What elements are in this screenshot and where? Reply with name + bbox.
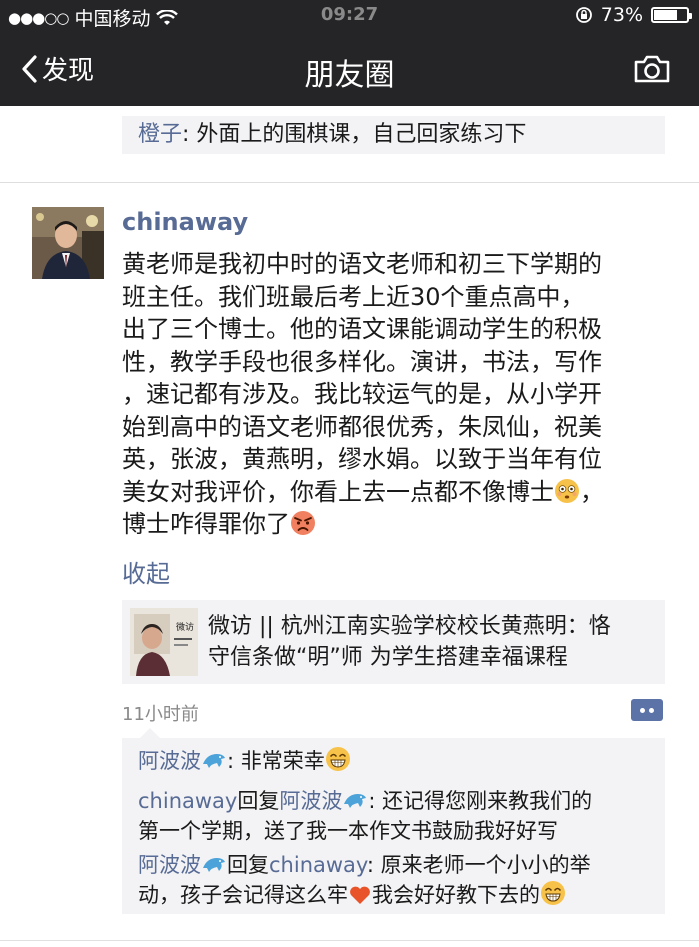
comment-author[interactable]: chinaway: [138, 789, 237, 813]
grin-emoji: [325, 747, 350, 771]
lock-rotation-icon: [575, 7, 592, 23]
previous-post-comment: 橙子: 外面上的围棋课，自己回家练习下: [122, 116, 665, 154]
more-icon[interactable]: [631, 699, 663, 721]
comment-text: 外面上的围棋课，自己回家练习下: [196, 122, 527, 147]
page-title: 朋友圈: [304, 58, 395, 93]
post-username[interactable]: chinaway: [122, 208, 248, 236]
comment-item[interactable]: 阿波波 回复chinaway: 原来老师一个小小的举 动，孩子会记得这么牢 我会好好…: [138, 850, 658, 910]
status-bar: ●●●○○ 中国移动 09:27 73%: [0, 0, 699, 32]
camera-button[interactable]: [633, 54, 671, 88]
dolphin-emoji: [203, 858, 225, 872]
comment-author[interactable]: 阿波波: [138, 749, 201, 773]
angry-emoji: [291, 511, 315, 535]
comment-author[interactable]: 阿波波: [138, 853, 201, 877]
comments-section: 阿波波: 非常荣幸 chinaway回复阿波波: 还记得您刚来教我们的 第一个学…: [122, 728, 665, 914]
shared-article-card[interactable]: 微访 微访 || 杭州江南实验学校校长黄燕明：恪 守信条做“明”师 为学生搭建幸…: [122, 600, 665, 684]
comment-item[interactable]: 阿波波: 非常荣幸: [138, 746, 658, 776]
avatar[interactable]: [32, 207, 104, 279]
battery-icon: [651, 7, 692, 23]
nav-bar: 发现 朋友圈: [0, 32, 699, 106]
article-title: 微访 || 杭州江南实验学校校长黄燕明：恪 守信条做“明”师 为学生搭建幸福课程: [208, 614, 611, 670]
flushed-emoji: [555, 478, 579, 503]
comment-item[interactable]: chinaway回复阿波波: 还记得您刚来教我们的 第一个学期，送了我一本作文书…: [138, 786, 658, 846]
post-divider: [0, 182, 699, 183]
svg-text:微访: 微访: [176, 621, 194, 633]
article-thumbnail: 微访: [130, 608, 198, 676]
reply-target[interactable]: chinaway: [269, 853, 367, 877]
collapse-link[interactable]: 收起: [122, 554, 170, 589]
grin-emoji: [541, 881, 565, 905]
reply-target[interactable]: 阿波波: [279, 789, 342, 813]
bottom-divider: [0, 940, 699, 941]
battery-percent: 73%: [600, 4, 643, 26]
post-timestamp: 11小时前: [122, 704, 199, 725]
camera-icon: [634, 55, 670, 83]
dolphin-emoji: [344, 794, 367, 808]
comment-author[interactable]: 橙子: [138, 122, 182, 147]
heart-emoji: [350, 886, 370, 904]
post-content: 黄老师是我初中时的语文老师和初三下学期的 班主任。我们班最后考上近30个重点高中…: [122, 250, 604, 538]
dolphin-emoji: [203, 754, 225, 768]
